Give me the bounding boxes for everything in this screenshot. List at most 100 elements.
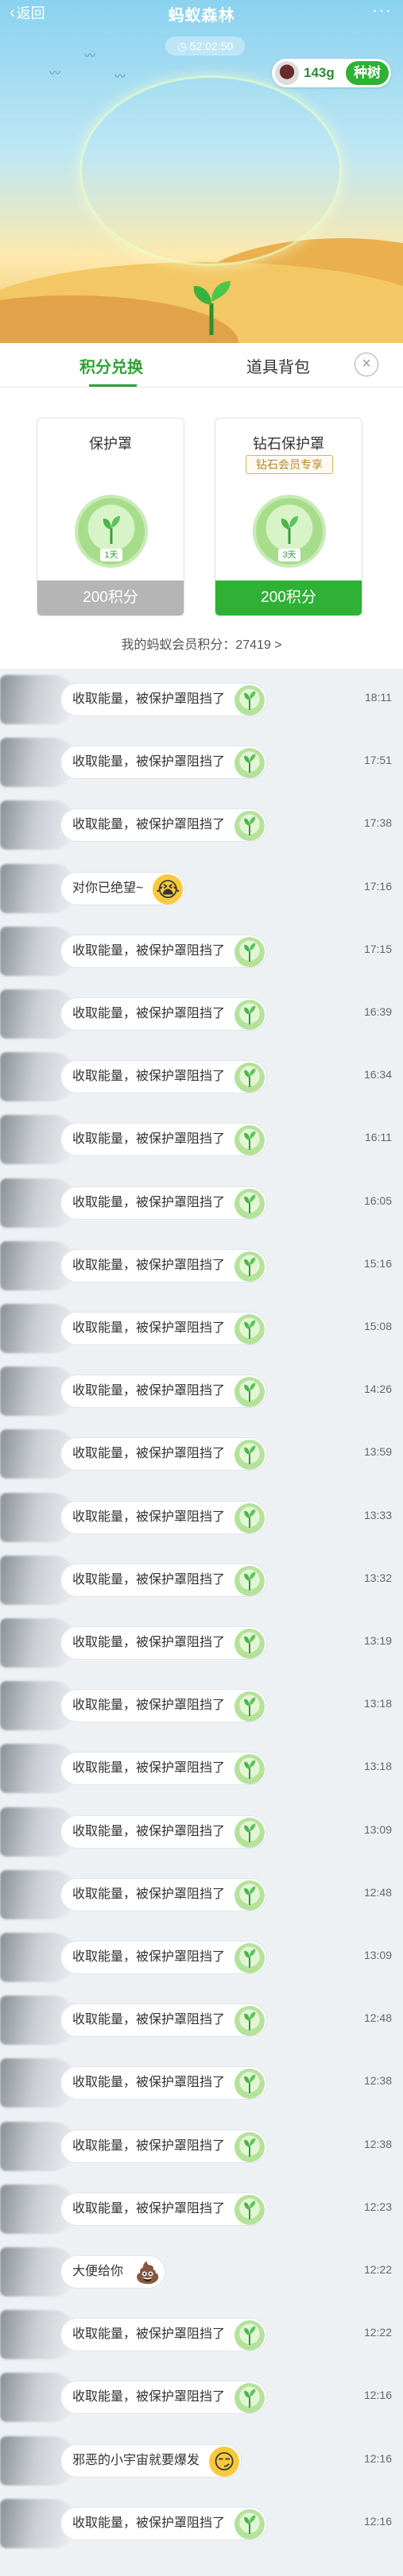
tab-points-exchange[interactable]: 积分兑换 [79, 354, 143, 377]
sprout-icon [244, 2389, 256, 2408]
shield-icon [234, 2509, 265, 2539]
shield-card[interactable]: 保护罩 1天 200积分 [37, 418, 184, 616]
sprout-icon [244, 691, 256, 710]
vip-only-tag: 钻石会员专享 [246, 455, 333, 474]
feed-row: 收取能量，被保护罩阻挡了 15:08 [0, 1298, 403, 1359]
tab-props-bag[interactable]: 道具背包 [246, 354, 310, 377]
feed-timestamp: 17:15 [363, 942, 392, 955]
exchange-price-button[interactable]: 200积分 [215, 580, 362, 615]
feed-timestamp: 12:16 [363, 2514, 392, 2528]
feed-message-bubble: 邪恶的小宇宙就要爆发 😏 [60, 2443, 242, 2478]
shield-icon [234, 2383, 265, 2414]
feed-timestamp: 13:33 [363, 1508, 392, 1521]
sprout-icon [244, 1068, 256, 1088]
feed-timestamp: 15:16 [363, 1256, 392, 1270]
feed-row: 收取能量，被保护罩阻挡了 13:33 [0, 1487, 403, 1548]
feed-message-bubble: 收取能量，被保护罩阻挡了 [60, 1437, 268, 1471]
shield-icon [234, 1314, 265, 1344]
sprout-icon [244, 1634, 256, 1653]
feed-message-text: 收取能量，被保护罩阻挡了 [72, 2138, 226, 2153]
feed-message-text: 收取能量，被保护罩阻挡了 [72, 1950, 226, 1964]
more-options-button[interactable]: ··· [372, 0, 392, 21]
sprout-icon [244, 1382, 256, 1402]
feed-message-text: 收取能量，被保护罩阻挡了 [72, 1384, 226, 1398]
feed-message-bubble: 收取能量，被保护罩阻挡了 [60, 1248, 268, 1282]
feed-message-text: 收取能量，被保护罩阻挡了 [72, 2327, 226, 2342]
crying-emoji-icon: 😭 [153, 873, 184, 904]
sprout-icon [244, 2075, 256, 2094]
sprout-icon [244, 1886, 256, 1905]
feed-row: 收取能量，被保护罩阻挡了 12:22 [0, 2304, 403, 2366]
feed-row: 收取能量，被保护罩阻挡了 12:38 [0, 2052, 403, 2114]
feed-message-text: 收取能量，被保护罩阻挡了 [72, 1887, 226, 1901]
sprout-icon [244, 1571, 256, 1591]
top-nav-bar: ‹ 返回 蚂蚁森林 ··· [0, 0, 403, 29]
sprout-icon [244, 1194, 256, 1213]
feed-row: 收取能量，被保护罩阻挡了 14:26 [0, 1360, 403, 1422]
member-points-link[interactable]: 我的蚂蚁会员积分：27419 > [0, 634, 403, 653]
feed-timestamp: 13:09 [363, 1949, 392, 1961]
shield-icon [234, 811, 265, 842]
protection-timer: ◷ 52:02:50 [165, 37, 245, 56]
feed-message-bubble: 收取能量，被保护罩阻挡了 [60, 1186, 268, 1220]
shield-icon [234, 1062, 265, 1093]
sprout-icon [244, 1509, 256, 1528]
feed-timestamp: 13:32 [363, 1571, 392, 1584]
feed-row: 收取能量，被保护罩阻挡了 17:38 [0, 794, 403, 856]
feed-timestamp: 12:16 [363, 2451, 392, 2465]
feed-message-text: 收取能量，被保护罩阻挡了 [72, 1132, 226, 1147]
feed-message-text: 收取能量，被保护罩阻挡了 [72, 1447, 226, 1461]
duration-label: 3天 [278, 549, 300, 561]
feed-row: 收取能量，被保护罩阻挡了 17:15 [0, 920, 403, 982]
feed-timestamp: 16:05 [363, 1194, 392, 1207]
energy-halo [79, 75, 342, 266]
feed-message-bubble: 收取能量，被保护罩阻挡了 [60, 1123, 268, 1157]
sprout-icon [244, 1949, 256, 1968]
feed-row: 收取能量，被保护罩阻挡了 13:19 [0, 1612, 403, 1674]
feed-message-text: 收取能量，被保护罩阻挡了 [72, 1636, 226, 1649]
feed-timestamp: 16:11 [365, 1131, 392, 1144]
feed-message-bubble: 收取能量，被保护罩阻挡了 [60, 2381, 268, 2415]
sprout-icon [244, 1005, 256, 1024]
grin-emoji-icon: 😏 [209, 2446, 240, 2477]
shield-icon [234, 1629, 265, 1659]
sprout-icon [244, 1823, 256, 1842]
shield-icon [234, 1754, 265, 1785]
feed-message-text: 收取能量，被保护罩阻挡了 [72, 1824, 226, 1838]
feed-message-bubble: 收取能量，被保护罩阻挡了 [60, 1941, 268, 1974]
feed-message-bubble: 收取能量，被保护罩阻挡了 [60, 1814, 268, 1849]
feed-message-bubble: 收取能量，被保护罩阻挡了 [60, 2506, 268, 2540]
feed-message-text: 邪恶的小宇宙就要爆发 [72, 2453, 200, 2467]
feed-message-bubble: 收取能量，被保护罩阻挡了 [60, 808, 268, 843]
shield-icon [234, 2194, 265, 2225]
avatar[interactable] [275, 61, 299, 85]
feed-timestamp: 12:16 [363, 2389, 392, 2402]
feed-timestamp: 12:22 [363, 2326, 392, 2339]
plant-tree-button[interactable]: 种树 [346, 61, 389, 85]
shield-icon [234, 1691, 265, 1722]
feed-timestamp: 17:38 [363, 816, 392, 830]
feed-timestamp: 17:51 [363, 754, 392, 767]
sprout-icon [244, 1760, 256, 1780]
feed-message-text: 收取能量，被保护罩阻挡了 [72, 1195, 226, 1209]
shield-icon [234, 2006, 265, 2037]
feed-row: 收取能量，被保护罩阻挡了 12:38 [0, 2115, 403, 2177]
feed-row: 收取能量，被保护罩阻挡了 16:34 [0, 1046, 403, 1108]
feed-timestamp: 12:48 [363, 1885, 392, 1899]
feed-row: 收取能量，被保护罩阻挡了 13:09 [0, 1801, 403, 1863]
sprout-icon [244, 1320, 256, 1339]
shield-icon [234, 1440, 265, 1471]
shield-badge-icon: 3天 [256, 498, 323, 565]
close-icon[interactable]: × [355, 353, 378, 376]
feed-row: 对你已绝望~ 😭 17:16 [0, 858, 403, 920]
feed-message-bubble: 收取能量，被保护罩阻挡了 [60, 1500, 268, 1534]
exchange-price-button[interactable]: 200积分 [37, 580, 184, 615]
diamond-shield-card[interactable]: 钻石保护罩 钻石会员专享 3天 200积分 [215, 418, 362, 616]
shield-badge-icon: 1天 [78, 498, 145, 565]
feed-row: 收取能量，被保护罩阻挡了 12:48 [0, 1864, 403, 1926]
feed-row: 大便给你 💩 12:22 [0, 2241, 403, 2303]
feed-message-text: 收取能量，被保护罩阻挡了 [72, 1007, 226, 1020]
feed-timestamp: 13:18 [363, 1760, 392, 1773]
feed-timestamp: 16:39 [363, 1005, 392, 1018]
feed-message-text: 收取能量，被保护罩阻挡了 [72, 1510, 226, 1524]
